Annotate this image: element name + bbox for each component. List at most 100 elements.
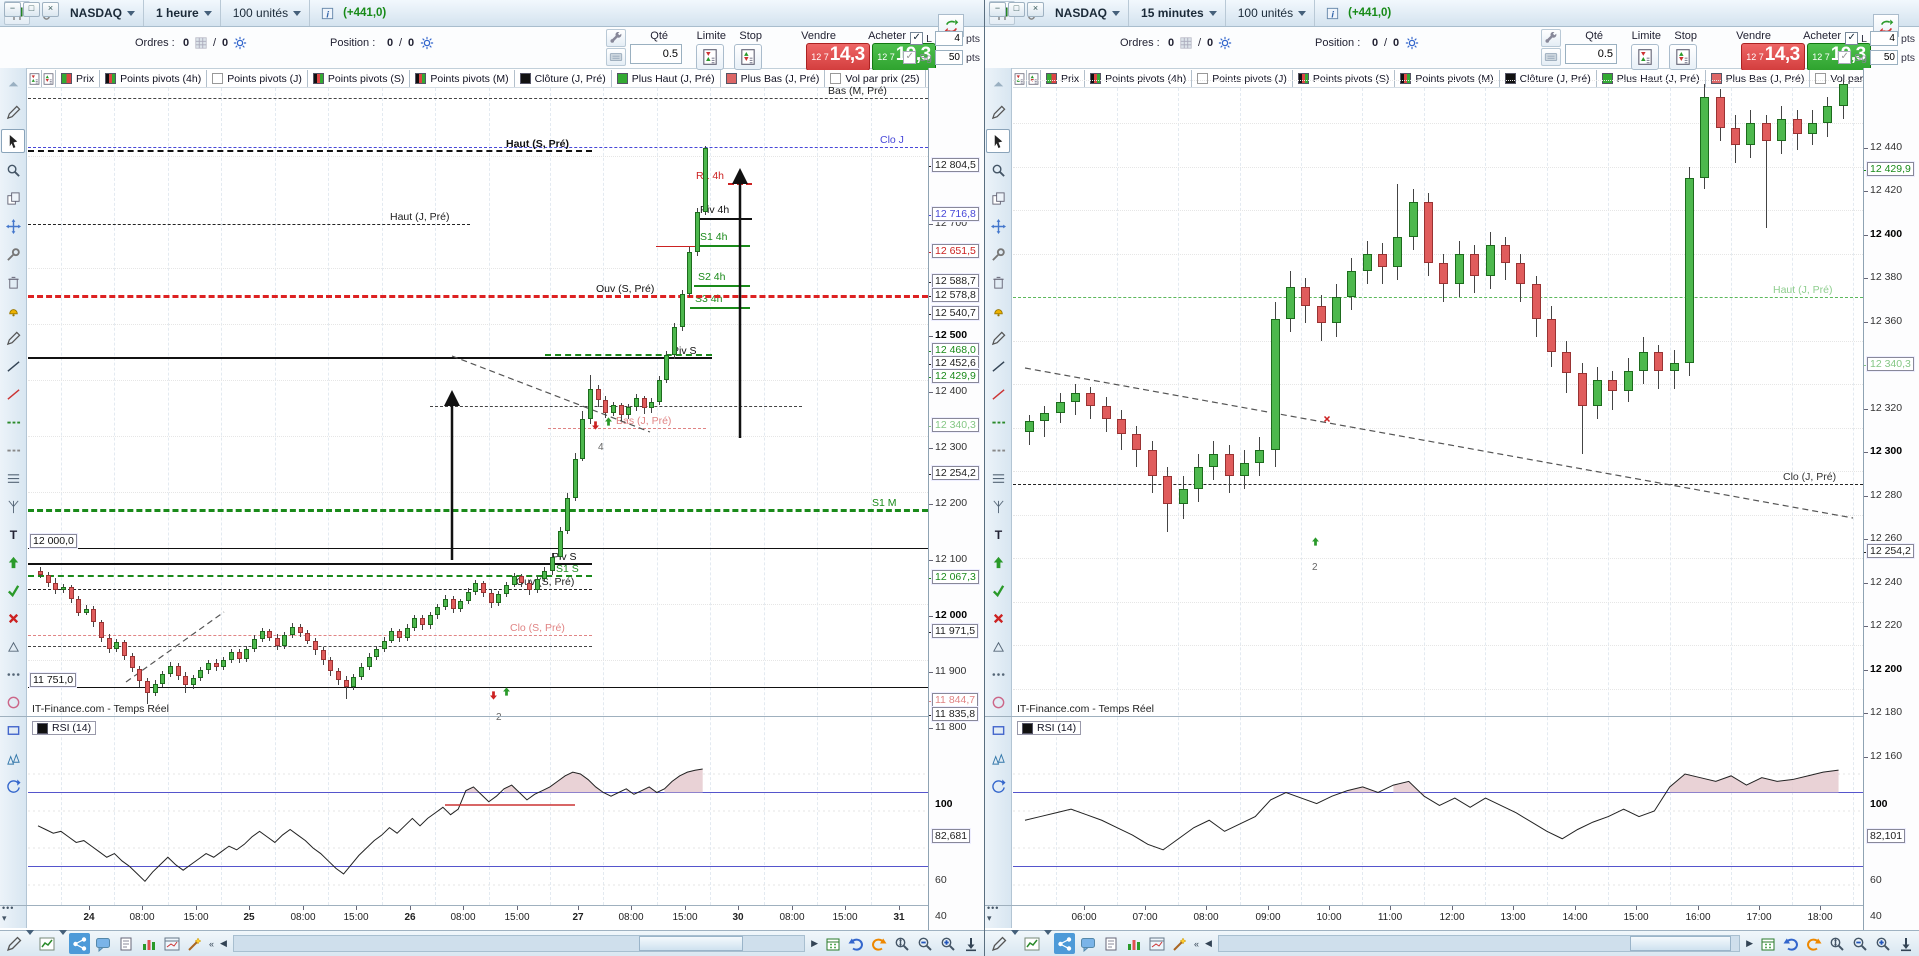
toolbar-dl-icon[interactable] [960,933,981,954]
info-icon[interactable] [320,6,335,21]
indicator-chip[interactable]: Points pivots (M) [1395,70,1500,87]
indicator-chip[interactable]: Points pivots (4h) [1085,70,1193,87]
indicator-chip[interactable]: Prix [56,70,101,87]
keyboard-icon[interactable] [606,48,626,66]
tool-rotate-icon[interactable] [987,775,1009,797]
toolbar-pencil-dd-icon[interactable] [988,933,1009,954]
time-scrollbar-thumb[interactable] [638,936,744,951]
tool-mag-icon[interactable] [2,159,24,181]
indicator-chip[interactable]: Vol par prix (2 [1810,70,1863,87]
quantity-input[interactable] [630,44,682,64]
toolbar-undo-icon[interactable] [1780,933,1801,954]
toolbar-wand-icon[interactable] [1169,933,1190,954]
tool-dots-icon[interactable] [987,663,1009,685]
sg-checkbox[interactable]: ✓ [1838,51,1852,64]
tool-trash-icon[interactable] [2,271,24,293]
toolbar-zfit-icon[interactable] [891,933,912,954]
indicator-chip[interactable]: Plus Bas (J, Pré) [721,70,826,87]
sg-pts-input[interactable] [1869,50,1898,65]
trade-settings-wrench-icon[interactable] [1541,29,1561,47]
toolbar-redo-icon[interactable] [1803,933,1824,954]
indicator-chip[interactable]: Plus Haut (J, Pré) [612,70,721,87]
tool-tri-icon[interactable] [987,635,1009,657]
toolbar-chart-dd-icon[interactable] [1021,933,1042,954]
rsi-indicator-chip[interactable]: RSI (14) [1017,721,1082,735]
l-checkbox[interactable]: ✓ [1845,32,1859,45]
l-checkbox[interactable]: ✓ [910,32,924,45]
indicator-chip[interactable]: Plus Bas (J, Pré) [1706,70,1811,87]
time-scrollbar-thumb[interactable] [1629,936,1731,951]
tool-text-icon[interactable] [987,523,1009,545]
toolbar-note-icon[interactable] [115,933,136,954]
position-settings-gear-icon[interactable] [1405,36,1419,53]
tool-x-icon[interactable] [987,607,1009,629]
tool-pencil-icon[interactable] [2,101,24,123]
tool-check-icon[interactable] [987,579,1009,601]
chip-down-page-icon[interactable] [1013,70,1027,87]
minimize-button[interactable]: − [4,2,21,17]
orders-list-icon[interactable] [194,36,210,50]
tool-cursor-icon[interactable] [1,129,25,153]
indicator-chip[interactable]: Points pivots (S) [1293,70,1396,87]
toolbar-overflow-dots[interactable]: ••• ▾ [2,903,14,924]
timeframe-dropdown[interactable]: 15 minutes [1133,0,1226,26]
tool-line-icon[interactable] [987,355,1009,377]
collapse-scrollbar-button[interactable]: « [207,939,216,949]
toolbar-winchart-icon[interactable] [1146,933,1167,954]
timeframe-dropdown[interactable]: 1 heure [148,0,221,26]
quantity-input[interactable] [1565,44,1617,64]
tool-move-icon[interactable] [2,215,24,237]
minimize-button[interactable]: − [989,2,1006,17]
scroll-right-button[interactable]: ▶ [809,938,820,949]
tool-fork-icon[interactable] [2,495,24,517]
indicator-chip[interactable]: Points pivots (M) [410,70,515,87]
tool-bell-icon[interactable] [987,299,1009,321]
symbol-dropdown[interactable]: NASDAQ [62,0,145,26]
chip-up-page-icon[interactable] [42,70,56,87]
chevron-down-icon[interactable] [26,929,34,953]
tool-rect-blue-icon[interactable] [987,719,1009,741]
indicator-chip[interactable]: Prix [1041,70,1086,87]
tool-pencil-icon[interactable] [987,327,1009,349]
trade-settings-wrench-icon[interactable] [606,29,626,47]
toolbar-bars-icon[interactable] [138,933,159,954]
tool-dash-green-icon[interactable] [987,411,1009,433]
stop-order-button[interactable] [734,44,762,70]
orders-settings-gear-icon[interactable] [233,36,247,53]
collapse-scrollbar-button[interactable]: « [1192,939,1201,949]
tool-text-icon[interactable] [2,523,24,545]
tool-circle-pink-icon[interactable] [987,691,1009,713]
tool-x-icon[interactable] [2,607,24,629]
tool-line-red-icon[interactable] [987,383,1009,405]
tool-copy-icon[interactable] [987,187,1009,209]
scroll-right-button[interactable]: ▶ [1744,938,1755,949]
tool-dash-green-icon[interactable] [2,411,24,433]
toolbar-zin-icon[interactable] [937,933,958,954]
keyboard-icon[interactable] [1541,48,1561,66]
toolbar-note-icon[interactable] [1100,933,1121,954]
time-axis[interactable]: 24 08:00 15:00 25 08:00 15:00 26 08:00 15:00 27 08… [28,906,928,931]
indicator-chip[interactable]: Clôture (J, Pré) [1500,70,1597,87]
tool-pencil-icon[interactable] [987,101,1009,123]
chevron-down-icon[interactable] [1011,929,1019,953]
rsi-indicator-chip[interactable]: RSI (14) [32,721,97,735]
tool-fib-icon[interactable] [987,467,1009,489]
limit-order-button[interactable] [696,44,724,70]
price-axis[interactable]: 12 700 12 500 12 400 12 300 12 200 12 100 12 0… [928,68,984,956]
scroll-left-button[interactable]: ◀ [218,938,229,949]
maximize-button[interactable]: □ [1008,2,1025,17]
indicator-chip[interactable]: Points pivots (S) [308,70,411,87]
stop-order-button[interactable] [1669,44,1697,70]
toolbar-chart-dd-icon[interactable] [36,933,57,954]
tool-collapse-icon[interactable] [2,73,24,95]
l-pts-input[interactable] [934,31,963,46]
tool-mag-icon[interactable] [987,159,1009,181]
tool-pencil-icon[interactable] [2,327,24,349]
toolbar-overflow-dots[interactable]: ••• ▾ [987,903,999,924]
tool-dash-gray-icon[interactable] [987,439,1009,461]
tool-tri-icon[interactable] [2,635,24,657]
toolbar-cal-icon[interactable] [1757,933,1778,954]
tool-copy-icon[interactable] [2,187,24,209]
tool-up-green-icon[interactable] [2,551,24,573]
indicator-chip[interactable]: Vol par prix (25) [825,70,926,87]
